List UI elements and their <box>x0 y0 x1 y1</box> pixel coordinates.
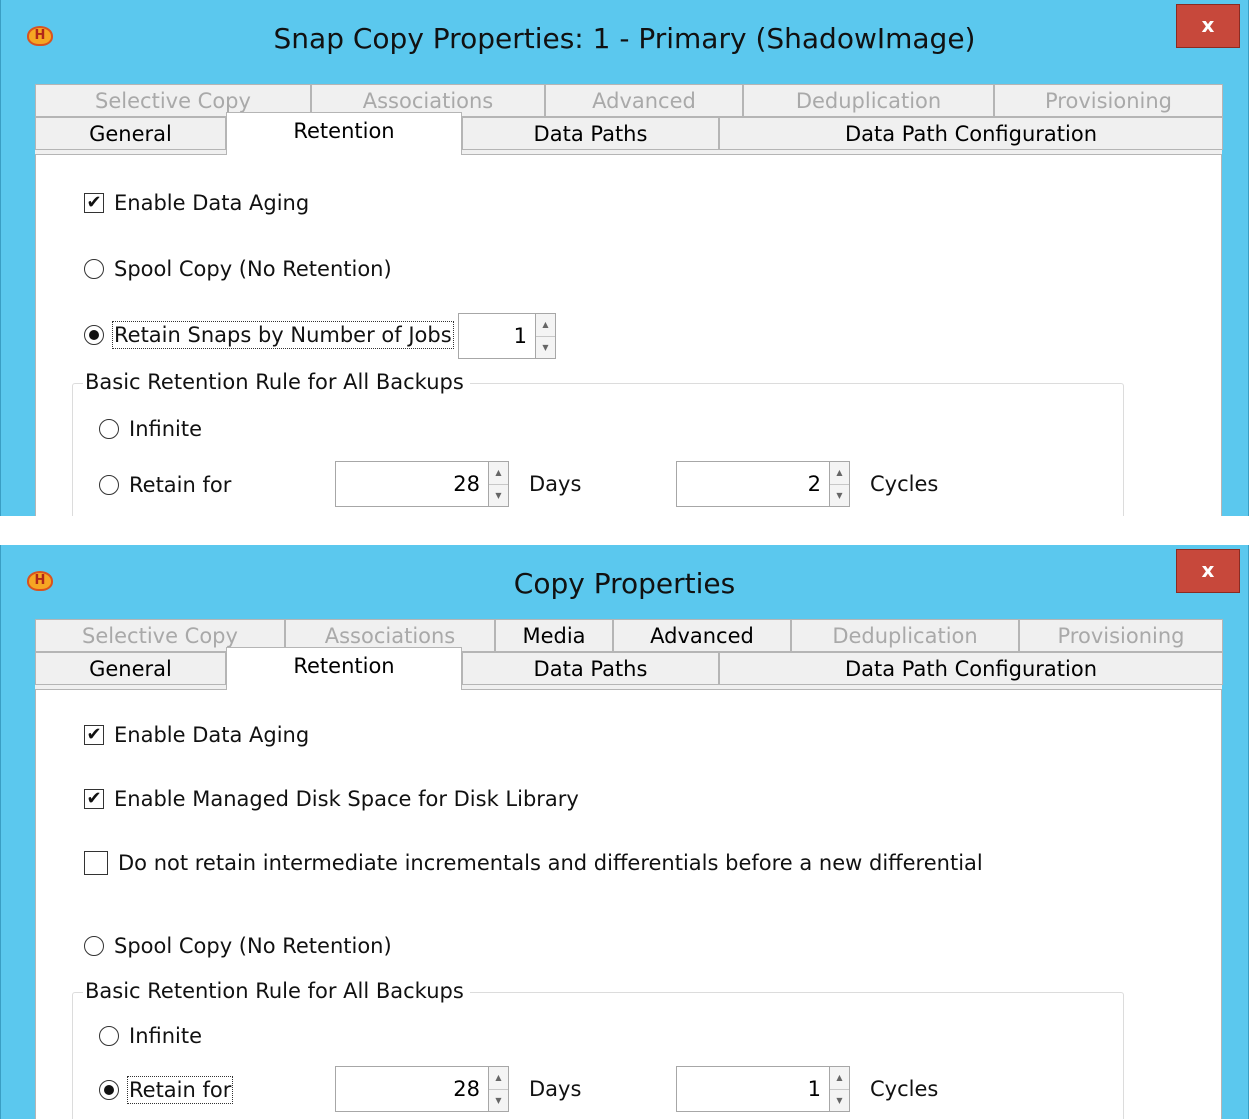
spin-up-icon[interactable]: ▲ <box>536 314 555 337</box>
retain-for-radio[interactable] <box>99 1080 119 1100</box>
dialog-client: Selective Copy Associations Media Advanc… <box>35 619 1223 1119</box>
infinite-radio[interactable] <box>99 419 119 439</box>
retain-for-row[interactable]: Retain for <box>99 473 231 497</box>
infinite-label: Infinite <box>129 417 203 441</box>
basic-retention-group-title: Basic Retention Rule for All Backups <box>83 370 470 394</box>
retention-panel: ✔ Enable Data Aging Spool Copy (No Reten… <box>35 154 1222 516</box>
retain-snaps-radio[interactable] <box>84 325 104 345</box>
no-retain-incrementals-label: Do not retain intermediate incrementals … <box>118 851 983 875</box>
cycles-label: Cycles <box>870 1077 939 1101</box>
managed-disk-label: Enable Managed Disk Space for Disk Libra… <box>114 787 579 811</box>
retain-days-stepper[interactable]: 28 ▲ ▼ <box>335 1066 509 1112</box>
spin-down-icon[interactable]: ▼ <box>489 485 508 507</box>
spin-down-icon[interactable]: ▼ <box>536 337 555 359</box>
dialog-client: Selective Copy Associations Advanced Ded… <box>35 84 1223 516</box>
enable-data-aging-label: Enable Data Aging <box>114 723 310 747</box>
days-label: Days <box>529 1077 582 1101</box>
tab-media[interactable]: Media <box>495 619 613 652</box>
no-retain-incrementals-checkbox[interactable] <box>84 851 108 875</box>
tab-general[interactable]: General <box>35 117 226 150</box>
tab-retention[interactable]: Retention <box>226 112 462 155</box>
spin-arrows[interactable]: ▲ ▼ <box>830 1066 850 1112</box>
tab-deduplication[interactable]: Deduplication <box>743 84 994 117</box>
tab-data-paths[interactable]: Data Paths <box>462 652 719 685</box>
title-bar[interactable]: H Copy Properties x <box>1 545 1248 625</box>
enable-data-aging-checkbox[interactable]: ✔ <box>84 725 104 745</box>
enable-data-aging-row[interactable]: ✔ Enable Data Aging <box>84 723 309 747</box>
spin-up-icon[interactable]: ▲ <box>489 462 508 485</box>
retain-cycles-stepper[interactable]: 2 ▲ ▼ <box>676 461 850 507</box>
tab-advanced[interactable]: Advanced <box>545 84 743 117</box>
enable-data-aging-row[interactable]: ✔ Enable Data Aging <box>84 191 309 215</box>
infinite-radio[interactable] <box>99 1026 119 1046</box>
tab-row-bottom: General Data Paths Data Path Configurati… <box>35 117 1223 150</box>
no-retain-incrementals-row[interactable]: Do not retain intermediate incrementals … <box>84 851 983 875</box>
spool-copy-row[interactable]: Spool Copy (No Retention) <box>84 934 392 958</box>
cycles-label: Cycles <box>870 472 939 496</box>
copy-properties-window: H Copy Properties x Selective Copy Assoc… <box>0 545 1249 1119</box>
retain-for-radio[interactable] <box>99 475 119 495</box>
retain-snaps-label: Retain Snaps by Number of Jobs <box>112 321 454 349</box>
tab-data-path-configuration[interactable]: Data Path Configuration <box>719 117 1223 150</box>
tab-general[interactable]: General <box>35 652 226 685</box>
spin-up-icon[interactable]: ▲ <box>489 1067 508 1090</box>
title-bar[interactable]: H Snap Copy Properties: 1 - Primary (Sha… <box>1 0 1248 80</box>
tab-provisioning[interactable]: Provisioning <box>1019 619 1223 652</box>
infinite-row[interactable]: Infinite <box>99 417 202 441</box>
window-title: Copy Properties <box>513 567 736 600</box>
spin-arrows[interactable]: ▲ ▼ <box>489 1066 509 1112</box>
retention-panel: ✔ Enable Data Aging ✔ Enable Managed Dis… <box>35 689 1222 1119</box>
spin-arrows[interactable]: ▲ ▼ <box>830 461 850 507</box>
spin-up-icon[interactable]: ▲ <box>830 462 849 485</box>
tab-retention[interactable]: Retention <box>226 647 462 690</box>
tab-advanced[interactable]: Advanced <box>613 619 791 652</box>
tab-deduplication[interactable]: Deduplication <box>791 619 1019 652</box>
tab-provisioning[interactable]: Provisioning <box>994 84 1223 117</box>
spool-copy-row[interactable]: Spool Copy (No Retention) <box>84 257 392 281</box>
tab-row-top: Selective Copy Associations Media Advanc… <box>35 619 1223 652</box>
managed-disk-row[interactable]: ✔ Enable Managed Disk Space for Disk Lib… <box>84 787 579 811</box>
retain-days-stepper[interactable]: 28 ▲ ▼ <box>335 461 509 507</box>
retain-cycles-input[interactable]: 2 <box>676 461 830 507</box>
spin-down-icon[interactable]: ▼ <box>830 485 849 507</box>
retain-snaps-jobs-stepper[interactable]: 1 ▲ ▼ <box>458 313 556 359</box>
tab-row-top: Selective Copy Associations Advanced Ded… <box>35 84 1223 117</box>
spin-arrows[interactable]: ▲ ▼ <box>536 313 556 359</box>
spin-arrows[interactable]: ▲ ▼ <box>489 461 509 507</box>
retain-snaps-jobs-input[interactable]: 1 <box>458 313 536 359</box>
window-title: Snap Copy Properties: 1 - Primary (Shado… <box>273 22 976 55</box>
retain-days-input[interactable]: 28 <box>335 1066 489 1112</box>
retain-days-input[interactable]: 28 <box>335 461 489 507</box>
retain-for-row[interactable]: Retain for <box>99 1076 234 1104</box>
tab-row-bottom: General Data Paths Data Path Configurati… <box>35 652 1223 685</box>
tab-data-paths[interactable]: Data Paths <box>462 117 719 150</box>
spool-copy-radio[interactable] <box>84 936 104 956</box>
close-button[interactable]: x <box>1176 4 1240 48</box>
days-label: Days <box>529 472 582 496</box>
retain-for-label: Retain for <box>126 1076 234 1104</box>
retain-cycles-stepper[interactable]: 1 ▲ ▼ <box>676 1066 850 1112</box>
spool-copy-radio[interactable] <box>84 259 104 279</box>
close-button[interactable]: x <box>1176 549 1240 593</box>
spool-copy-label: Spool Copy (No Retention) <box>114 257 392 281</box>
enable-data-aging-label: Enable Data Aging <box>114 191 310 215</box>
snap-copy-properties-window: H Snap Copy Properties: 1 - Primary (Sha… <box>0 0 1249 516</box>
tab-data-path-configuration[interactable]: Data Path Configuration <box>719 652 1223 685</box>
basic-retention-group: Basic Retention Rule for All Backups Inf… <box>72 370 1124 516</box>
retain-for-label: Retain for <box>129 473 232 497</box>
retain-cycles-input[interactable]: 1 <box>676 1066 830 1112</box>
retain-snaps-row[interactable]: Retain Snaps by Number of Jobs <box>84 321 454 349</box>
basic-retention-group-title: Basic Retention Rule for All Backups <box>83 979 470 1003</box>
infinite-label: Infinite <box>129 1024 203 1048</box>
spin-down-icon[interactable]: ▼ <box>830 1090 849 1112</box>
spin-down-icon[interactable]: ▼ <box>489 1090 508 1112</box>
spin-up-icon[interactable]: ▲ <box>830 1067 849 1090</box>
spool-copy-label: Spool Copy (No Retention) <box>114 934 392 958</box>
infinite-row[interactable]: Infinite <box>99 1024 202 1048</box>
managed-disk-checkbox[interactable]: ✔ <box>84 789 104 809</box>
basic-retention-group: Basic Retention Rule for All Backups Inf… <box>72 979 1124 1119</box>
enable-data-aging-checkbox[interactable]: ✔ <box>84 193 104 213</box>
